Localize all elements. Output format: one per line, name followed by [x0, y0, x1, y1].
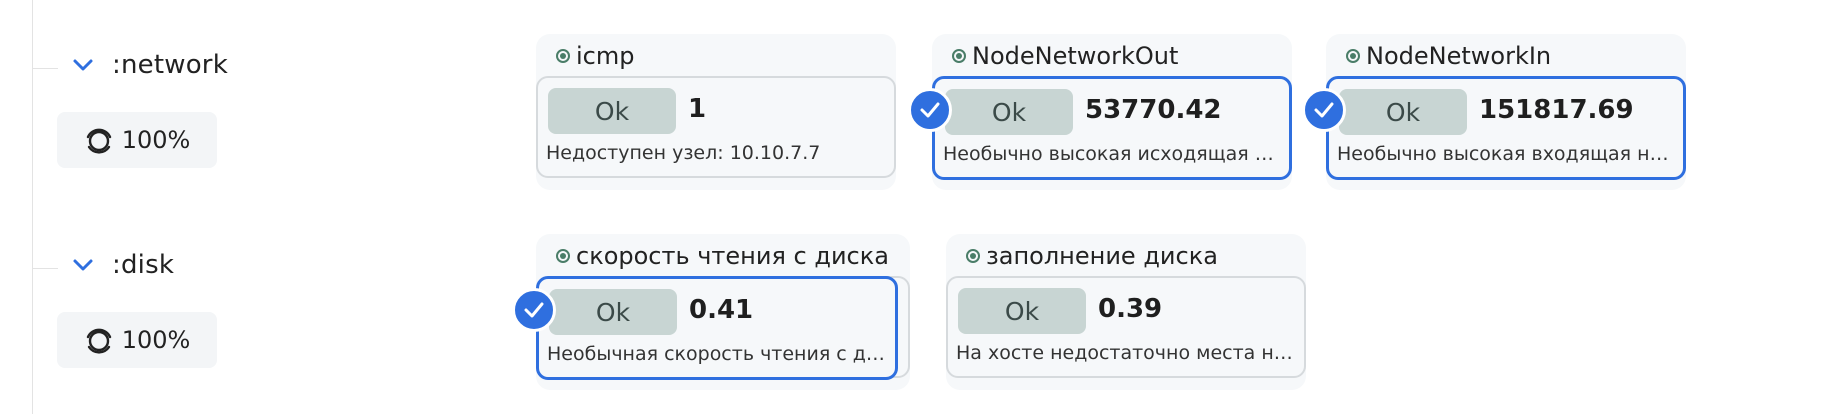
metric-value: 1 — [688, 94, 707, 124]
check-card-disk-usage: заполнение диска Ok 0.39 На хосте недост… — [946, 234, 1306, 390]
status-dot-icon — [556, 49, 570, 63]
percent-value: 100% — [121, 326, 191, 354]
metric-value: 0.41 — [689, 295, 754, 325]
ok-button[interactable]: Ok — [1339, 89, 1467, 135]
alert-description: Необычно высокая исходящая нагрузка на с… — [943, 143, 1281, 165]
card-title-text: NodeNetworkOut — [972, 42, 1179, 70]
ok-button[interactable]: Ok — [549, 289, 677, 335]
percent-badge: 100% — [57, 112, 217, 168]
card-body[interactable]: Ok 151817.69 Необычно высокая входящая н… — [1326, 76, 1686, 180]
check-card-node-network-in: NodeNetworkIn Ok 151817.69 Необычно высо… — [1326, 34, 1686, 190]
check-card-disk-read-speed: скорость чтения с диска Ok 0.41 Необычна… — [536, 234, 910, 390]
card-body[interactable]: Ok 1 Недоступен узел: 10.10.7.7 — [536, 76, 896, 178]
card-title-text: скорость чтения с диска — [576, 242, 889, 270]
check-circle-icon[interactable] — [1302, 88, 1346, 132]
card-title-text: заполнение диска — [986, 242, 1218, 270]
chevron-down-icon — [73, 59, 93, 71]
check-card-icmp: icmp Ok 1 Недоступен узел: 10.10.7.7 — [536, 34, 896, 190]
group-toggle-network[interactable]: :network — [72, 50, 228, 80]
metric-value: 53770.42 — [1085, 95, 1222, 125]
alert-description: На хосте недостаточно места на диске — [956, 342, 1296, 364]
alert-description: Необычно высокая входящая нагрузка на се… — [1337, 143, 1675, 165]
percent-value: 100% — [121, 126, 191, 154]
status-dot-icon — [966, 249, 980, 263]
alert-description: Недоступен узел: 10.10.7.7 — [546, 142, 821, 164]
card-title: icmp — [556, 42, 634, 70]
group-name: :network — [112, 50, 228, 80]
check-card-node-network-out: NodeNetworkOut Ok 53770.42 Необычно высо… — [932, 34, 1292, 190]
card-body[interactable]: Ok 0.39 На хосте недостаточно места на д… — [946, 276, 1306, 378]
status-dot-icon — [1346, 49, 1360, 63]
alert-description: Необычная скорость чтения с диска — [547, 343, 887, 365]
group-name: :disk — [112, 250, 175, 280]
status-dot-icon — [556, 249, 570, 263]
card-title: NodeNetworkIn — [1346, 42, 1551, 70]
card-body[interactable]: Ok 53770.42 Необычно высокая исходящая н… — [932, 76, 1292, 180]
tree-connector-line — [32, 0, 33, 414]
percent-badge: 100% — [57, 312, 217, 368]
status-dot-icon — [952, 49, 966, 63]
card-body[interactable]: Ok 0.41 Необычная скорость чтения с диск… — [536, 276, 898, 380]
metric-value: 151817.69 — [1479, 95, 1634, 125]
card-title: скорость чтения с диска — [556, 242, 889, 270]
ok-button[interactable]: Ok — [958, 288, 1086, 334]
tree-branch — [32, 68, 58, 69]
ok-button[interactable]: Ok — [548, 88, 676, 134]
card-title-text: icmp — [576, 42, 635, 70]
chevron-down-icon — [73, 259, 93, 271]
card-title-text: NodeNetworkIn — [1366, 42, 1552, 70]
card-title: заполнение диска — [966, 242, 1218, 270]
tree-branch — [32, 268, 58, 269]
card-title: NodeNetworkOut — [952, 42, 1178, 70]
check-circle-icon[interactable] — [512, 288, 556, 332]
percent-gauge-icon — [86, 128, 111, 154]
ok-button[interactable]: Ok — [945, 89, 1073, 135]
metric-value: 0.39 — [1098, 294, 1163, 324]
check-circle-icon[interactable] — [908, 88, 952, 132]
percent-gauge-icon — [86, 328, 111, 354]
group-toggle-disk[interactable]: :disk — [72, 250, 174, 280]
